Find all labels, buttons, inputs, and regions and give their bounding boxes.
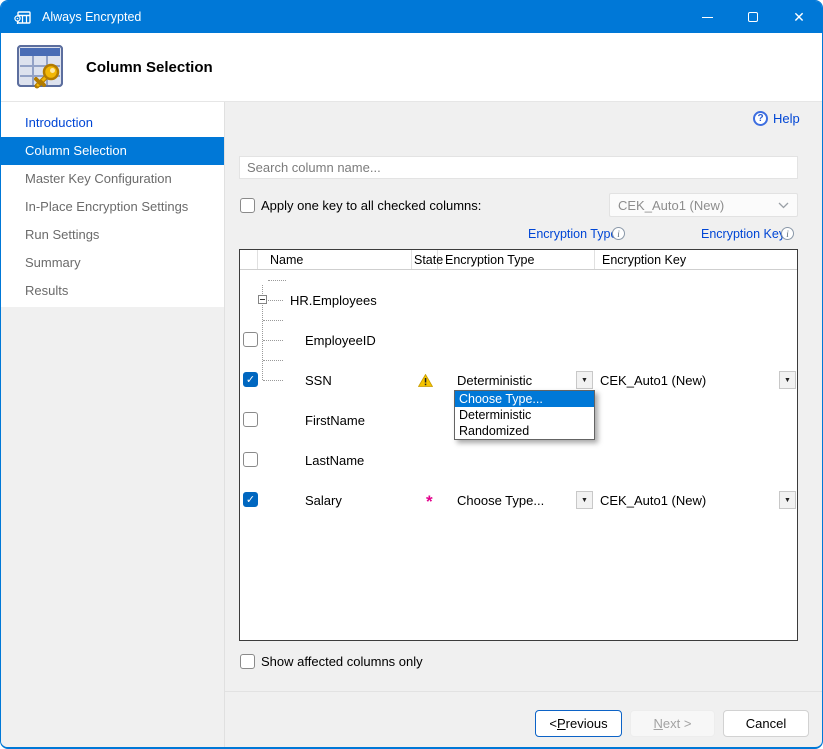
header-checkbox-column	[240, 250, 258, 269]
encryption-key-value: CEK_Auto1 (New)	[600, 493, 706, 508]
sidebar-item-master-key-configuration[interactable]: Master Key Configuration	[1, 165, 224, 193]
required-asterisk-icon: *	[426, 492, 433, 512]
dropdown-option-randomized[interactable]: Randomized	[455, 423, 594, 439]
app-icon	[14, 9, 31, 26]
table-with-key-icon	[15, 41, 67, 94]
previous-rest: revious	[566, 716, 608, 731]
encryption-type-link[interactable]: Encryption Type	[528, 227, 617, 241]
header-encryption-key: Encryption Key	[595, 250, 797, 269]
wizard-header: Column Selection	[1, 33, 822, 102]
always-encrypted-wizard-window: Always Encrypted ✕ Column Selection	[0, 0, 823, 749]
sidebar: Introduction Column Selection Master Key…	[1, 102, 224, 747]
sidebar-item-summary[interactable]: Summary	[1, 249, 224, 277]
grid-header: Name State Encryption Type Encryption Ke…	[240, 250, 797, 270]
help-label: Help	[773, 111, 800, 126]
maximize-button[interactable]	[730, 1, 776, 33]
help-icon: ?	[753, 111, 768, 126]
wizard-step-list: Introduction Column Selection Master Key…	[1, 102, 224, 307]
column-name: LastName	[305, 453, 364, 468]
cek-key-value: CEK_Auto1 (New)	[618, 198, 724, 213]
page-title: Column Selection	[86, 59, 213, 76]
encryption-type-value: Choose Type...	[457, 493, 544, 508]
apply-key-row: Apply one key to all checked columns:	[240, 198, 481, 213]
sidebar-item-results[interactable]: Results	[1, 277, 224, 305]
next-button[interactable]: Next >	[630, 710, 715, 737]
previous-prefix: <	[549, 716, 557, 731]
table-row-salary: ✓ Salary * Choose Type... ▼ CEK_Auto1 (N…	[240, 370, 797, 390]
show-affected-label: Show affected columns only	[261, 654, 423, 669]
footer-divider	[225, 691, 822, 692]
dropdown-option-choose-type[interactable]: Choose Type...	[455, 391, 594, 407]
help-link[interactable]: ? Help	[753, 111, 800, 126]
show-affected-checkbox[interactable]	[240, 654, 255, 669]
minimize-button[interactable]	[684, 1, 730, 33]
row-checkbox-firstname[interactable]	[243, 412, 258, 427]
column-name: Salary	[305, 493, 342, 508]
encryption-type-dropdown-button[interactable]: ▼	[576, 491, 593, 509]
header-name: Name	[258, 250, 412, 269]
dropdown-option-deterministic[interactable]: Deterministic	[455, 407, 594, 423]
sidebar-item-in-place-encryption-settings[interactable]: In-Place Encryption Settings	[1, 193, 224, 221]
table-row-firstname: FirstName	[240, 330, 797, 350]
previous-button[interactable]: < Previous	[535, 710, 622, 737]
header-encryption-type: Encryption Type	[438, 250, 595, 269]
table-row-lastname: LastName	[240, 350, 797, 370]
apply-key-label: Apply one key to all checked columns:	[261, 198, 481, 213]
table-row-employeeid: EmployeeID	[240, 290, 797, 310]
next-accesskey: N	[654, 716, 663, 731]
table-row-ssn: ✓ SSN Deterministic ▼ CEK_Auto1 (New) ▼	[240, 310, 797, 330]
next-rest: ext >	[663, 716, 692, 731]
cancel-button[interactable]: Cancel	[723, 710, 809, 737]
column-grid: Name State Encryption Type Encryption Ke…	[239, 249, 798, 641]
show-affected-row: Show affected columns only	[240, 654, 423, 669]
chevron-down-icon	[778, 202, 789, 209]
sidebar-item-introduction[interactable]: Introduction	[1, 109, 224, 137]
table-row-group: HR.Employees	[240, 270, 797, 290]
cek-key-dropdown[interactable]: CEK_Auto1 (New)	[609, 193, 798, 217]
search-input[interactable]	[239, 156, 798, 179]
row-checkbox-lastname[interactable]	[243, 452, 258, 467]
titlebar: Always Encrypted ✕	[1, 1, 822, 33]
previous-accesskey: P	[557, 716, 566, 731]
encryption-key-info-icon[interactable]: i	[781, 227, 794, 240]
encryption-key-dropdown-button[interactable]: ▼	[779, 491, 796, 509]
close-button[interactable]: ✕	[776, 1, 822, 33]
column-name: FirstName	[305, 413, 365, 428]
row-checkbox-salary[interactable]: ✓	[243, 492, 258, 507]
encryption-type-info-icon[interactable]: i	[612, 227, 625, 240]
window-title: Always Encrypted	[42, 10, 684, 24]
sidebar-item-run-settings[interactable]: Run Settings	[1, 221, 224, 249]
sidebar-item-column-selection[interactable]: Column Selection	[1, 137, 224, 165]
cancel-label: Cancel	[746, 716, 786, 731]
apply-key-checkbox[interactable]	[240, 198, 255, 213]
header-state: State	[412, 250, 438, 269]
encryption-key-link[interactable]: Encryption Key	[701, 227, 785, 241]
main-content: ? Help Apply one key to all checked colu…	[225, 102, 822, 747]
encryption-type-open-dropdown: Choose Type... Deterministic Randomized	[454, 390, 595, 440]
